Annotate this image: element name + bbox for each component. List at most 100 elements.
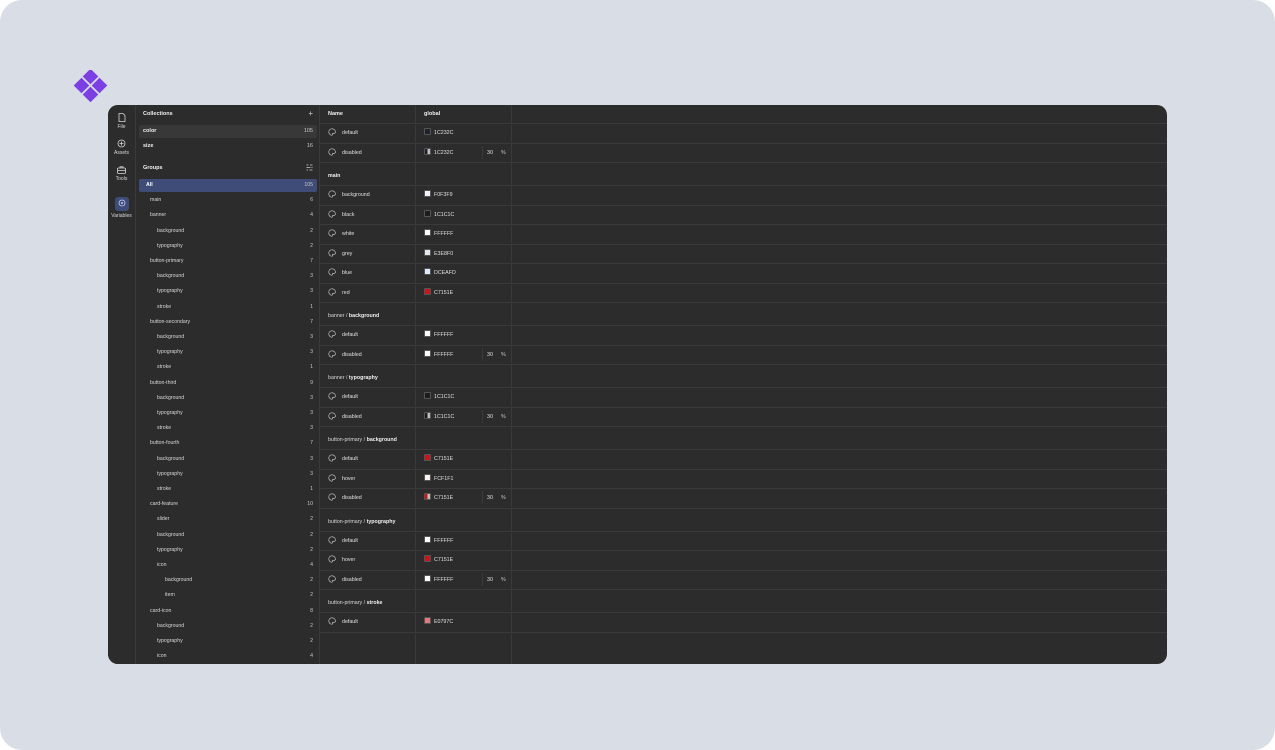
group-item-background[interactable]: background 2	[139, 574, 317, 587]
variable-row[interactable]: default 1C1C1C	[320, 387, 1167, 406]
color-swatch[interactable]	[424, 190, 431, 197]
group-item-main[interactable]: main 6	[139, 194, 317, 207]
group-settings-icon[interactable]	[306, 164, 313, 171]
variable-row[interactable]: default C7151E	[320, 449, 1167, 468]
group-item-button-third[interactable]: button-third 9	[139, 377, 317, 390]
color-hex-value[interactable]: 1C1C1C	[434, 212, 454, 218]
group-item-typography[interactable]: typography 2	[139, 240, 317, 253]
color-hex-value[interactable]: FFFFFF	[434, 352, 453, 358]
color-hex-value[interactable]: FFFFFF	[434, 231, 453, 237]
color-swatch[interactable]	[424, 411, 431, 419]
color-hex-value[interactable]: FFFFFF	[434, 538, 453, 544]
color-swatch[interactable]	[424, 454, 431, 461]
group-item-banner[interactable]: banner 4	[139, 209, 317, 222]
group-item-background[interactable]: background 2	[139, 529, 317, 542]
group-item-background[interactable]: background 3	[139, 331, 317, 344]
variable-row[interactable]: disabled 1C1C1C 30%	[320, 407, 1167, 426]
rail-assets[interactable]: Assets	[108, 139, 135, 156]
group-item-stroke[interactable]: stroke 1	[139, 483, 317, 496]
group-item-item[interactable]: item 2	[139, 589, 317, 602]
group-item-background[interactable]: background 2	[139, 225, 317, 238]
variable-row[interactable]: red C7151E	[320, 283, 1167, 302]
color-hex-value[interactable]: 1C1C1C	[434, 394, 454, 400]
color-hex-value[interactable]: C7151E	[434, 557, 453, 563]
add-collection-button[interactable]: +	[308, 110, 313, 118]
color-hex-value[interactable]: F0F3F9	[434, 192, 453, 198]
group-item-typography[interactable]: typography 3	[139, 285, 317, 298]
group-item-typography[interactable]: typography 2	[139, 544, 317, 557]
group-item-stroke[interactable]: stroke 1	[139, 301, 317, 314]
color-swatch[interactable]	[424, 147, 431, 155]
group-item-stroke[interactable]: stroke 3	[139, 422, 317, 435]
group-item-button-primary[interactable]: button-primary 7	[139, 255, 317, 268]
variable-row[interactable]: background F0F3F9	[320, 185, 1167, 204]
variable-row[interactable]: black 1C1C1C	[320, 205, 1167, 224]
variable-row[interactable]: hover C7151E	[320, 550, 1167, 569]
group-item-typography[interactable]: typography 3	[139, 468, 317, 481]
group-item-typography[interactable]: typography 2	[139, 635, 317, 648]
color-hex-value[interactable]: FCF1F1	[434, 476, 453, 482]
variable-row[interactable]: default FFFFFF	[320, 325, 1167, 344]
color-swatch[interactable]	[424, 209, 431, 217]
color-hex-value[interactable]: FFFFFF	[434, 577, 453, 583]
color-swatch[interactable]	[424, 330, 431, 337]
color-hex-value[interactable]: FFFFFF	[434, 332, 453, 338]
group-item-button-secondary[interactable]: button-secondary 7	[139, 316, 317, 329]
group-item-icon[interactable]: icon 4	[139, 559, 317, 572]
color-swatch[interactable]	[424, 617, 431, 624]
color-swatch[interactable]	[424, 248, 431, 256]
opacity-value[interactable]: 30	[487, 577, 493, 583]
variable-row[interactable]: white FFFFFF	[320, 224, 1167, 243]
variable-row[interactable]: disabled FFFFFF 30%	[320, 345, 1167, 364]
color-swatch[interactable]	[424, 392, 431, 399]
color-hex-value[interactable]: E3E8F0	[434, 251, 453, 257]
group-item-background[interactable]: background 3	[139, 453, 317, 466]
group-item-card-icon[interactable]: card-icon 8	[139, 605, 317, 618]
group-item-card-feature[interactable]: card-feature 10	[139, 498, 317, 511]
variable-row[interactable]: default FFFFFF	[320, 531, 1167, 550]
color-swatch[interactable]	[424, 287, 431, 295]
color-hex-value[interactable]: C7151E	[434, 495, 453, 501]
collection-item-size[interactable]: size 16	[139, 140, 317, 153]
color-swatch[interactable]	[424, 349, 431, 357]
variable-row[interactable]: disabled 1C232C 30%	[320, 143, 1167, 162]
variable-row[interactable]: disabled C7151E 30%	[320, 488, 1167, 507]
variable-row[interactable]: default E0797C	[320, 612, 1167, 631]
group-item-background[interactable]: background 3	[139, 270, 317, 283]
opacity-value[interactable]: 30	[487, 414, 493, 420]
group-item-stroke[interactable]: stroke 1	[139, 361, 317, 374]
color-hex-value[interactable]: C7151E	[434, 290, 453, 296]
group-item-typography[interactable]: typography 3	[139, 346, 317, 359]
color-swatch[interactable]	[424, 128, 431, 135]
color-swatch[interactable]	[424, 555, 431, 562]
variable-row[interactable]: hover FCF1F1	[320, 469, 1167, 488]
group-item-background[interactable]: background 3	[139, 392, 317, 405]
group-item-typography[interactable]: typography 3	[139, 407, 317, 420]
group-item-button-fourth[interactable]: button-fourth 7	[139, 437, 317, 450]
rail-variables[interactable]: Variables	[108, 197, 135, 219]
color-swatch[interactable]	[424, 268, 431, 275]
opacity-value[interactable]: 30	[487, 495, 493, 501]
variable-row[interactable]: grey E3E8F0	[320, 244, 1167, 263]
group-item-All[interactable]: All 105	[139, 179, 317, 192]
variable-row[interactable]: disabled FFFFFF 30%	[320, 570, 1167, 589]
rail-tools[interactable]: Tools	[108, 166, 135, 182]
color-hex-value[interactable]: 1C1C1C	[434, 414, 454, 420]
color-swatch[interactable]	[424, 229, 431, 236]
rail-file[interactable]: File	[108, 113, 135, 130]
color-swatch[interactable]	[424, 535, 431, 543]
variable-row[interactable]: default 1C232C	[320, 123, 1167, 142]
color-hex-value[interactable]: 1C232C	[434, 130, 453, 136]
opacity-value[interactable]: 30	[487, 352, 493, 358]
color-swatch[interactable]	[424, 473, 431, 481]
color-hex-value[interactable]: 1C232C	[434, 150, 453, 156]
collection-item-color[interactable]: color 105	[139, 125, 317, 138]
color-swatch[interactable]	[424, 493, 431, 500]
group-item-slider[interactable]: slider 2	[139, 513, 317, 526]
color-swatch[interactable]	[424, 574, 431, 582]
color-hex-value[interactable]: E0797C	[434, 619, 453, 625]
opacity-value[interactable]: 30	[487, 150, 493, 156]
variable-row[interactable]: blue DCEAFD	[320, 263, 1167, 282]
group-item-icon[interactable]: icon 4	[139, 650, 317, 663]
color-hex-value[interactable]: DCEAFD	[434, 270, 456, 276]
